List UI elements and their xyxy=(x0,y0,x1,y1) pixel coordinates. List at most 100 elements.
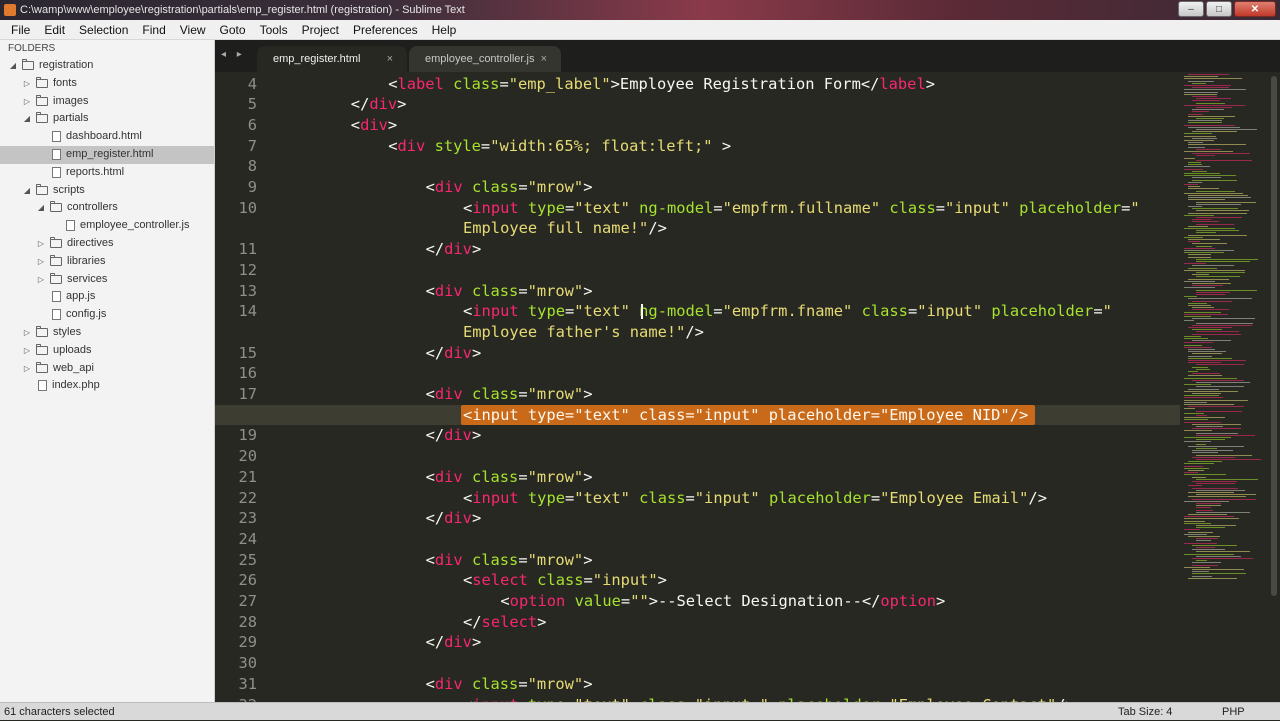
code-token: "text" xyxy=(574,198,630,217)
code-line[interactable]: <select class="input"> xyxy=(463,570,667,591)
code-line[interactable]: <input type="text" class="input" placeho… xyxy=(463,488,1047,509)
minimap-line xyxy=(1196,276,1240,278)
sidebar-file-dashboard-html[interactable]: dashboard.html xyxy=(0,128,214,146)
code-line[interactable]: <option value="">--Select Designation--<… xyxy=(500,591,945,612)
sidebar-folder-uploads[interactable]: ▷ uploads xyxy=(0,342,214,360)
sidebar-folder-styles[interactable]: ▷ styles xyxy=(0,324,214,342)
minimap-line xyxy=(1192,569,1245,570)
tab-nav-arrows-icon[interactable]: ◂ ▸ xyxy=(221,49,246,60)
minimap-line xyxy=(1192,324,1253,326)
code-line[interactable]: <div class="mrow"> xyxy=(426,281,593,302)
minimap-line xyxy=(1188,256,1211,258)
menu-find[interactable]: Find xyxy=(135,20,172,39)
code-line[interactable]: <div class="mrow"> xyxy=(426,674,593,695)
collapsed-arrow-icon[interactable]: ▷ xyxy=(22,75,32,93)
sidebar-folder-directives[interactable]: ▷ directives xyxy=(0,235,214,253)
code-line[interactable]: Employee father's name!"/> xyxy=(463,322,704,343)
sidebar-folder-scripts[interactable]: ◢ scripts xyxy=(0,182,214,200)
tab-emp-register[interactable]: emp_register.html × xyxy=(257,46,407,72)
collapsed-arrow-icon[interactable]: ▷ xyxy=(22,93,32,111)
close-window-button[interactable]: ✕ xyxy=(1234,1,1276,17)
collapsed-arrow-icon[interactable]: ▷ xyxy=(22,342,32,360)
menu-preferences[interactable]: Preferences xyxy=(346,20,425,39)
code-line[interactable]: <div> xyxy=(351,115,397,136)
code-line[interactable]: <div class="mrow"> xyxy=(426,550,593,571)
minimap-line xyxy=(1188,241,1200,243)
code-line[interactable]: </select> xyxy=(463,612,546,633)
close-tab-icon[interactable]: × xyxy=(541,46,547,72)
maximize-button[interactable]: □ xyxy=(1206,1,1232,17)
minimap[interactable] xyxy=(1180,72,1268,702)
collapsed-arrow-icon[interactable]: ▷ xyxy=(22,360,32,378)
menu-edit[interactable]: Edit xyxy=(37,20,72,39)
code-line[interactable]: </div> xyxy=(426,343,482,364)
close-tab-icon[interactable]: × xyxy=(387,46,393,72)
vertical-scrollbar[interactable] xyxy=(1268,72,1280,702)
sidebar-file-config-js[interactable]: config.js xyxy=(0,306,214,324)
menu-selection[interactable]: Selection xyxy=(72,20,135,39)
code-line[interactable]: </div> xyxy=(426,239,482,260)
minimap-line xyxy=(1192,452,1219,454)
syntax-indicator[interactable]: PHP xyxy=(1222,703,1245,721)
expanded-arrow-icon[interactable]: ◢ xyxy=(22,110,32,128)
sidebar-folder-images[interactable]: ▷ images xyxy=(0,93,214,111)
sidebar-folder-partials[interactable]: ◢ partials xyxy=(0,110,214,128)
line-number: 21 xyxy=(238,467,257,486)
code-line[interactable]: <div class="mrow"> xyxy=(426,384,593,405)
sidebar-file-reports-html[interactable]: reports.html xyxy=(0,164,214,182)
code-line[interactable]: <input type="text" class="input " placeh… xyxy=(463,695,1075,703)
minimap-line xyxy=(1188,362,1222,364)
tab-employee-controller[interactable]: employee_controller.js × xyxy=(409,46,561,72)
sidebar-folder-libraries[interactable]: ▷ libraries xyxy=(0,253,214,271)
minimap-line xyxy=(1196,410,1242,412)
minimap-line xyxy=(1188,188,1219,190)
menu-project[interactable]: Project xyxy=(295,20,346,39)
code-line[interactable]: </div> xyxy=(426,508,482,529)
menu-view[interactable]: View xyxy=(173,20,213,39)
code-token: > xyxy=(583,178,593,196)
code-line[interactable]: </div> xyxy=(426,425,482,446)
minimap-line xyxy=(1196,289,1257,291)
menu-tools[interactable]: Tools xyxy=(253,20,295,39)
minimap-line xyxy=(1184,395,1219,397)
code-line[interactable]: Employee full name!"/> xyxy=(463,218,667,239)
tab-size-indicator[interactable]: Tab Size: 4 xyxy=(1118,703,1172,721)
code-line[interactable]: <div style="width:65%; float:left;" > xyxy=(388,136,731,157)
sidebar-folder-fonts[interactable]: ▷ fonts xyxy=(0,75,214,93)
code-line[interactable]: <input type="text" ng-model="empfrm.fnam… xyxy=(463,301,1112,322)
code-line[interactable]: </div> xyxy=(426,632,482,653)
expanded-arrow-icon[interactable]: ◢ xyxy=(36,199,46,217)
sidebar-file-index-php[interactable]: index.php xyxy=(0,377,214,395)
collapsed-arrow-icon[interactable]: ▷ xyxy=(36,235,46,253)
code-line[interactable]: </div> xyxy=(351,94,407,115)
sidebar-folder-controllers[interactable]: ◢ controllers xyxy=(0,199,214,217)
minimize-button[interactable]: – xyxy=(1178,1,1204,17)
collapsed-arrow-icon[interactable]: ▷ xyxy=(22,324,32,342)
sidebar-file-employee_controller-js[interactable]: employee_controller.js xyxy=(0,217,214,235)
code-line[interactable]: <div class="mrow"> xyxy=(426,467,593,488)
code-token: ng-model xyxy=(639,198,714,217)
scrollbar-thumb[interactable] xyxy=(1271,76,1277,596)
sidebar-folder-registration[interactable]: ◢ registration xyxy=(0,57,214,75)
sidebar-file-emp_register-html[interactable]: emp_register.html xyxy=(0,145,214,164)
code-line[interactable]: <input type="text" class="input" placeho… xyxy=(463,405,1028,426)
collapsed-arrow-icon[interactable]: ▷ xyxy=(36,253,46,271)
code-editor[interactable]: 4567891011121314151617181920212223242526… xyxy=(215,72,1180,702)
folder-icon xyxy=(50,201,62,213)
minimap-line xyxy=(1184,168,1204,170)
sidebar-folder-web_api[interactable]: ▷ web_api xyxy=(0,360,214,378)
collapsed-arrow-icon[interactable]: ▷ xyxy=(36,271,46,289)
line-number: 13 xyxy=(238,281,257,300)
minimap-line xyxy=(1188,254,1211,256)
menu-file[interactable]: File xyxy=(4,20,37,39)
code-line[interactable]: <input type="text" ng-model="empfrm.full… xyxy=(463,198,1140,219)
code-line[interactable]: <div class="mrow"> xyxy=(426,177,593,198)
menu-goto[interactable]: Goto xyxy=(213,20,253,39)
sidebar-folder-services[interactable]: ▷ services xyxy=(0,271,214,289)
menu-help[interactable]: Help xyxy=(425,20,464,39)
expanded-arrow-icon[interactable]: ◢ xyxy=(8,57,18,75)
expanded-arrow-icon[interactable]: ◢ xyxy=(22,182,32,200)
sidebar-file-app-js[interactable]: app.js xyxy=(0,288,214,306)
tree-item-label: uploads xyxy=(53,343,92,356)
code-line[interactable]: <label class="emp_label">Employee Regist… xyxy=(388,74,935,95)
